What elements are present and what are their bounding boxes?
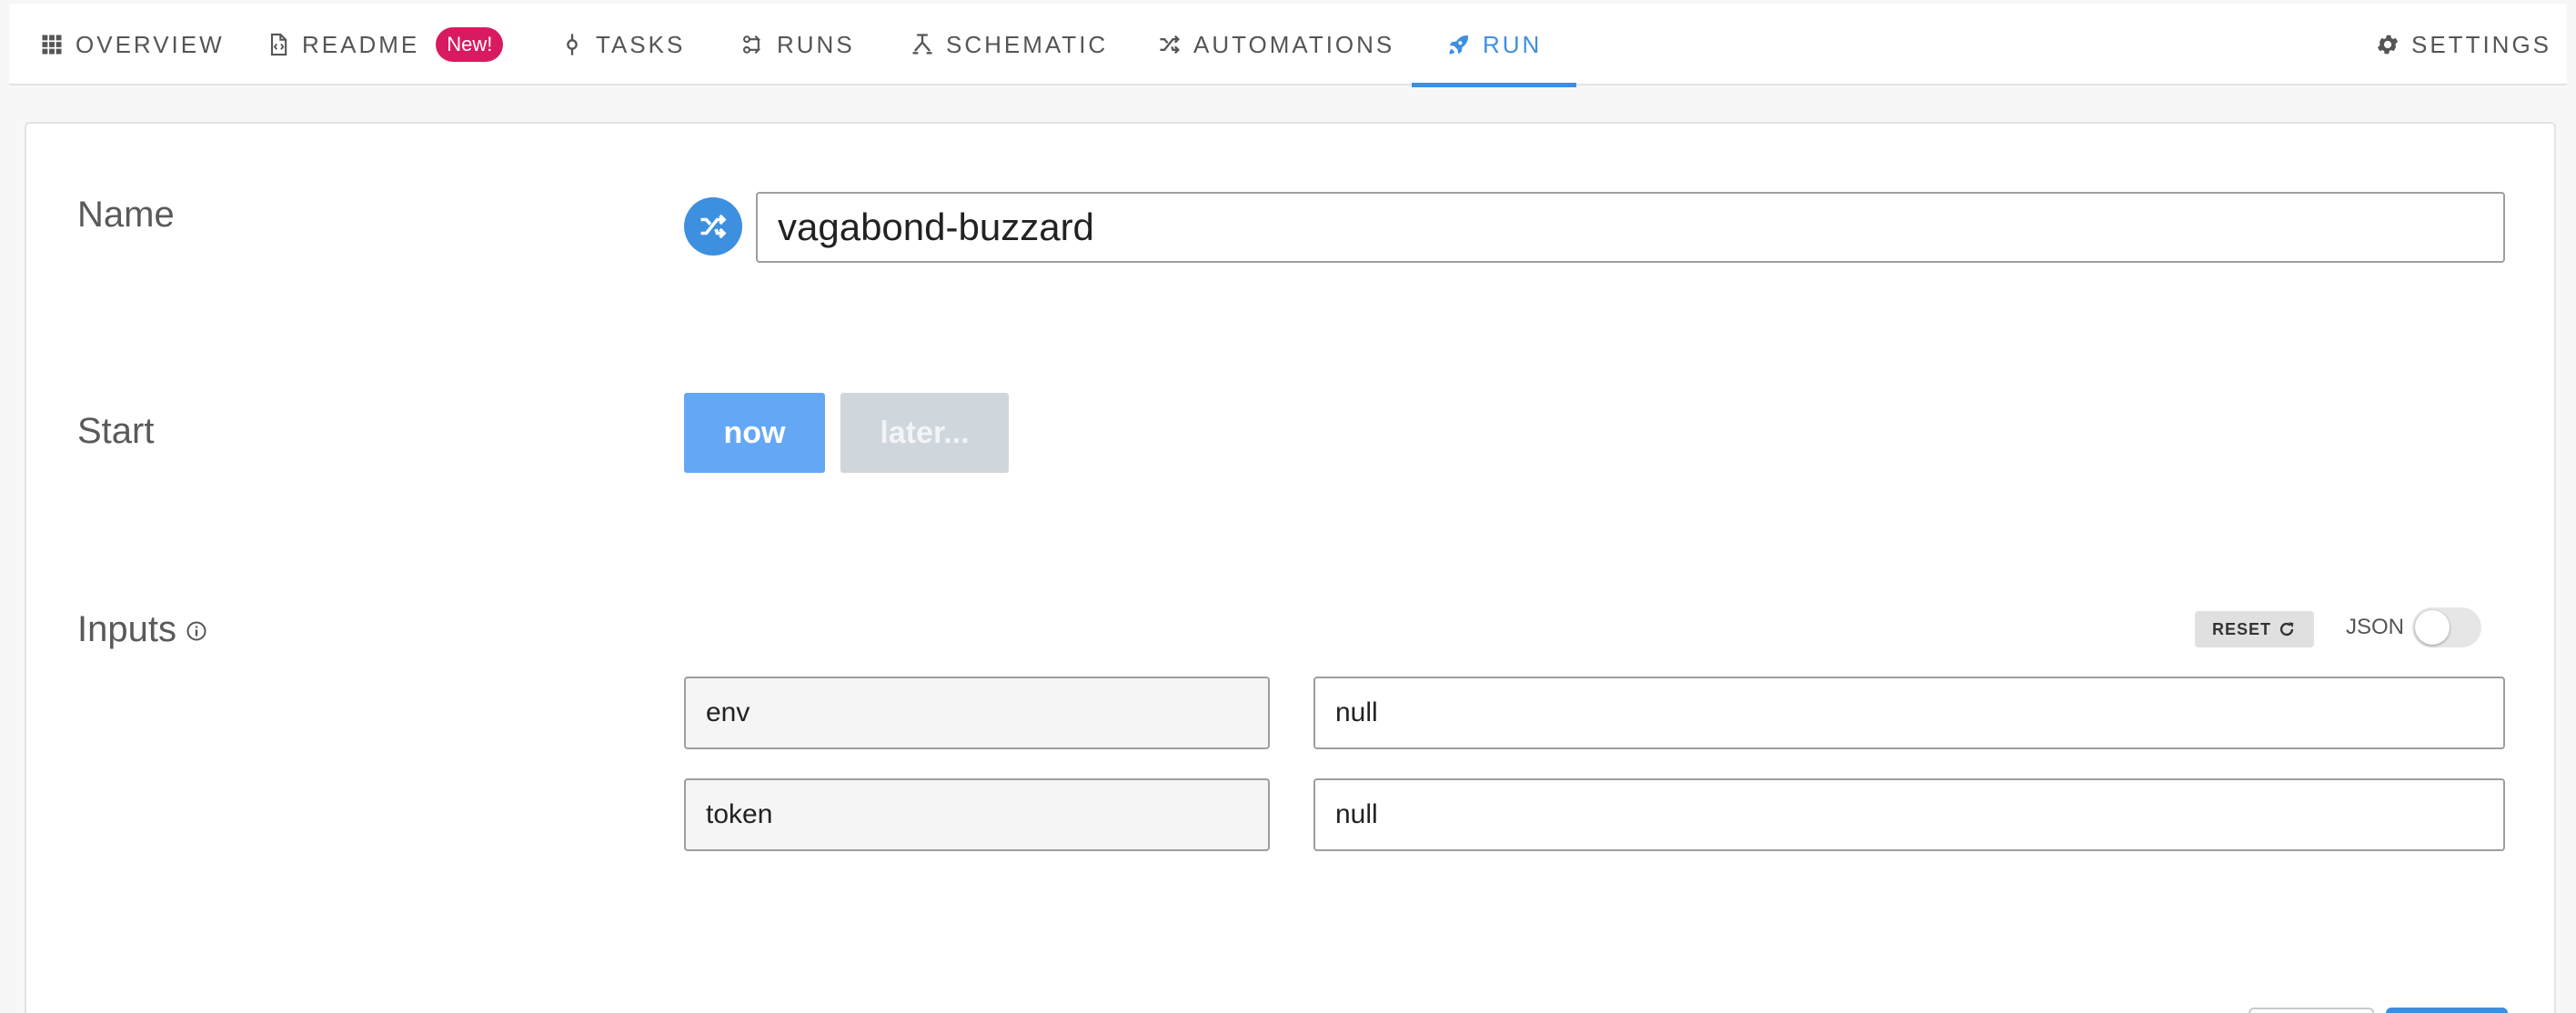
new-badge: New! xyxy=(436,27,504,62)
randomize-name-button[interactable] xyxy=(684,197,742,256)
grid-icon xyxy=(42,35,62,55)
tab-overview[interactable]: Overview xyxy=(39,4,225,85)
cancel-button[interactable] xyxy=(2249,1008,2374,1013)
input-value-field[interactable] xyxy=(1313,778,2505,851)
commit-icon xyxy=(567,34,578,55)
input-key-field[interactable] xyxy=(684,677,1270,749)
gear-icon xyxy=(2377,35,2399,55)
document-code-icon xyxy=(270,33,287,56)
tab-settings-label: Settings xyxy=(2411,30,2552,58)
tab-schematic[interactable]: Schematic xyxy=(910,4,1108,85)
tab-schematic-label: Schematic xyxy=(946,30,1109,58)
refresh-icon xyxy=(2279,622,2294,637)
tab-automations-label: Automations xyxy=(1193,30,1395,58)
tab-readme[interactable]: Readme New! xyxy=(266,4,504,85)
tab-overview-label: Overview xyxy=(75,30,225,58)
start-later-button[interactable]: later... xyxy=(840,393,1009,473)
tab-tasks[interactable]: Tasks xyxy=(559,4,685,85)
tab-runs[interactable]: Runs xyxy=(740,4,855,85)
start-now-button[interactable]: now xyxy=(684,393,825,473)
run-form-card: Name Start now later... Inputs RESET JSO… xyxy=(25,122,2556,1013)
reset-inputs-button[interactable]: RESET xyxy=(2195,611,2314,647)
inputs-heading: Inputs xyxy=(77,609,207,650)
inputs-label: Inputs xyxy=(77,609,176,649)
schematic-icon xyxy=(912,34,932,55)
run-page: Overview Readme New! Tasks Runs Schemati… xyxy=(0,0,2576,1013)
reset-label: RESET xyxy=(2211,619,2271,638)
shuffle-icon xyxy=(1160,35,1180,55)
json-toggle-label: JSON xyxy=(2346,615,2405,639)
run-name-input[interactable] xyxy=(756,192,2505,263)
start-label: Start xyxy=(77,411,155,451)
tab-run-label: Run xyxy=(1483,30,1543,58)
tab-tasks-label: Tasks xyxy=(596,30,686,58)
json-toggle[interactable] xyxy=(2412,607,2481,647)
info-icon[interactable] xyxy=(186,620,207,642)
shuffle-icon xyxy=(700,214,727,239)
json-toggle-knob xyxy=(2415,610,2450,645)
runs-icon xyxy=(743,35,761,55)
tab-runs-label: Runs xyxy=(777,30,855,58)
tab-automations[interactable]: Automations xyxy=(1157,4,1394,85)
top-nav: Overview Readme New! Tasks Runs Schemati… xyxy=(9,4,2567,87)
submit-run-button[interactable] xyxy=(2386,1008,2508,1013)
tab-settings[interactable]: Settings xyxy=(2375,4,2551,85)
rocket-icon xyxy=(1449,35,1468,55)
tab-run[interactable]: Run xyxy=(1411,4,1577,87)
input-key-field[interactable] xyxy=(684,778,1270,851)
input-value-field[interactable] xyxy=(1313,677,2505,749)
tab-readme-label: Readme xyxy=(302,30,420,58)
name-label: Name xyxy=(77,195,175,235)
